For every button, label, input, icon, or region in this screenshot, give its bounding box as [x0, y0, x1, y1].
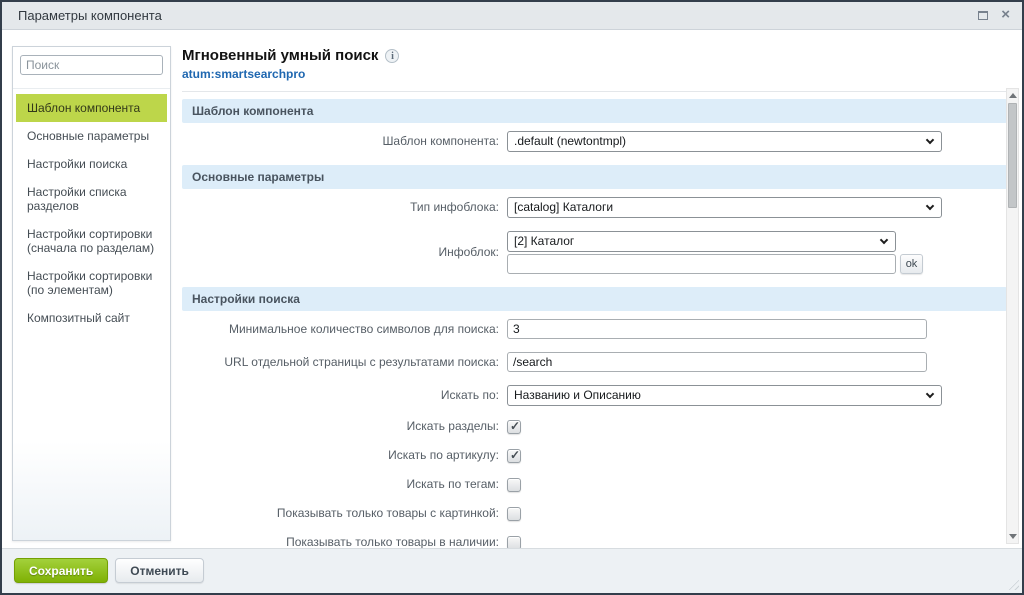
- search-sections-checkbox[interactable]: [507, 420, 521, 434]
- sidebar-item-sort-by-sections[interactable]: Настройки сортировки (сначала по раздела…: [16, 220, 167, 262]
- sidebar-divider: [13, 88, 170, 89]
- field-label: Искать по:: [182, 388, 507, 403]
- search-by-tags-checkbox[interactable]: [507, 478, 521, 492]
- resize-grip[interactable]: [1006, 577, 1019, 590]
- component-header: Мгновенный умный поиск i atum:smartsearc…: [182, 31, 1007, 92]
- sidebar-item-section-list-settings[interactable]: Настройки списка разделов: [16, 178, 167, 220]
- close-icon[interactable]: ×: [1001, 5, 1010, 25]
- field-label: Искать разделы:: [182, 419, 507, 434]
- search-by-select-value: Названию и Описанию: [514, 388, 641, 402]
- iblock-select-value: [2] Каталог: [514, 234, 574, 248]
- sidebar-items: Шаблон компонента Основные параметры Нас…: [13, 94, 170, 332]
- iblock-type-select[interactable]: [catalog] Каталоги: [507, 197, 942, 218]
- section-header-template: Шаблон компонента: [182, 99, 1007, 123]
- section-header-main-parameters: Основные параметры: [182, 165, 1007, 189]
- vertical-scrollbar[interactable]: [1006, 88, 1019, 544]
- chevron-down-icon: [880, 236, 888, 244]
- dialog-body: Шаблон компонента Основные параметры Нас…: [2, 31, 1022, 547]
- cancel-button[interactable]: Отменить: [115, 558, 204, 583]
- field-label: Тип инфоблока:: [182, 200, 507, 215]
- iblock-type-select-value: [catalog] Каталоги: [514, 200, 613, 214]
- field-label: Искать по тегам:: [182, 477, 507, 492]
- form-row-iblock: Инфоблок: [2] Каталог ok: [182, 231, 1007, 274]
- form-row-search-sections: Искать разделы:: [182, 419, 1007, 434]
- field-label: Инфоблок:: [182, 245, 507, 260]
- only-with-picture-checkbox[interactable]: [507, 507, 521, 521]
- form-row-search-by-article: Искать по артикулу:: [182, 448, 1007, 463]
- component-title: Мгновенный умный поиск: [182, 47, 378, 64]
- sidebar-search-input[interactable]: [20, 55, 163, 75]
- search-url-input[interactable]: [507, 352, 927, 372]
- ok-button[interactable]: ok: [900, 254, 923, 274]
- scrollbar-thumb[interactable]: [1008, 103, 1017, 208]
- save-button[interactable]: Сохранить: [14, 558, 108, 583]
- iblock-select[interactable]: [2] Каталог: [507, 231, 896, 252]
- field-label: URL отдельной страницы с результатами по…: [182, 355, 507, 370]
- form-row-search-by-tags: Искать по тегам:: [182, 477, 1007, 492]
- field-label: Искать по артикулу:: [182, 448, 507, 463]
- search-by-article-checkbox[interactable]: [507, 449, 521, 463]
- header-rule: [182, 91, 1007, 92]
- scroll-down-icon[interactable]: [1009, 534, 1017, 539]
- chevron-down-icon: [926, 390, 934, 398]
- sidebar-item-sort-by-elements[interactable]: Настройки сортировки (по элементам): [16, 262, 167, 304]
- iblock-id-input[interactable]: [507, 254, 896, 274]
- dialog-footer: Сохранить Отменить: [2, 548, 1022, 593]
- component-parameters-dialog: Параметры компонента × Шаблон компонента…: [0, 0, 1024, 595]
- form-row-min-chars: Минимальное количество символов для поис…: [182, 319, 1007, 339]
- template-select-value: .default (newtontmpl): [514, 134, 626, 148]
- maximize-icon[interactable]: [978, 11, 988, 20]
- settings-sidebar: Шаблон компонента Основные параметры Нас…: [12, 46, 171, 541]
- component-code: atum:smartsearchpro: [182, 67, 1007, 81]
- form-row-iblock-type: Тип инфоблока: [catalog] Каталоги: [182, 197, 1007, 218]
- sidebar-item-component-template[interactable]: Шаблон компонента: [16, 94, 167, 122]
- section-header-search-settings: Настройки поиска: [182, 287, 1007, 311]
- form-row-template: Шаблон компонента: .default (newtontmpl): [182, 131, 1007, 152]
- search-by-select[interactable]: Названию и Описанию: [507, 385, 942, 406]
- sidebar-item-search-settings[interactable]: Настройки поиска: [16, 150, 167, 178]
- dialog-titlebar: Параметры компонента ×: [2, 2, 1022, 30]
- sidebar-item-composite-site[interactable]: Композитный сайт: [16, 304, 167, 332]
- info-icon[interactable]: i: [385, 49, 399, 63]
- field-label: Минимальное количество символов для поис…: [182, 322, 507, 337]
- chevron-down-icon: [926, 202, 934, 210]
- min-chars-input[interactable]: [507, 319, 927, 339]
- form-row-search-url: URL отдельной страницы с результатами по…: [182, 352, 1007, 372]
- parameters-form: Мгновенный умный поиск i atum:smartsearc…: [182, 31, 1007, 593]
- sidebar-item-main-parameters[interactable]: Основные параметры: [16, 122, 167, 150]
- scroll-up-icon[interactable]: [1009, 93, 1017, 98]
- field-label: Показывать только товары с картинкой:: [182, 506, 507, 521]
- form-row-search-by: Искать по: Названию и Описанию: [182, 385, 1007, 406]
- chevron-down-icon: [926, 136, 934, 144]
- dialog-title: Параметры компонента: [18, 2, 162, 30]
- form-row-only-with-picture: Показывать только товары с картинкой:: [182, 506, 1007, 521]
- field-label: Шаблон компонента:: [182, 134, 507, 149]
- template-select[interactable]: .default (newtontmpl): [507, 131, 942, 152]
